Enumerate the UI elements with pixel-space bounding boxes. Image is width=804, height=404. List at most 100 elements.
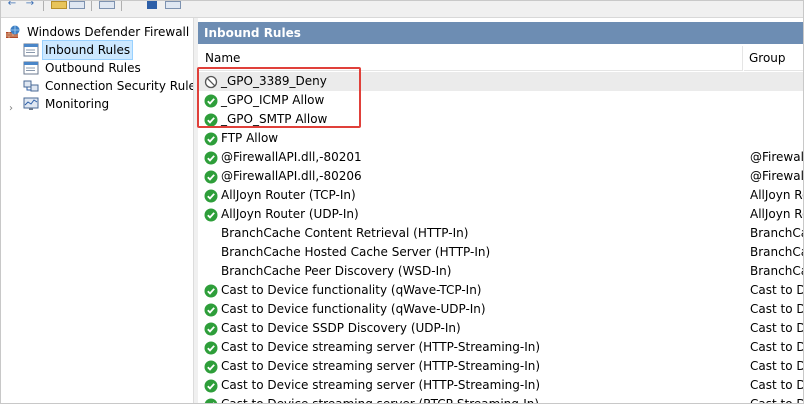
table-row[interactable]: AllJoyn Router (TCP-In) AllJoyn Ro — [198, 186, 804, 205]
forward-arrow-icon[interactable]: → — [23, 1, 37, 9]
table-row[interactable]: Cast to Device streaming server (HTTP-St… — [198, 376, 803, 395]
tree-item-root[interactable]: Windows Defender Firewall witl — [5, 23, 217, 41]
rule-group: Cast to De — [750, 340, 803, 354]
allow-icon — [204, 398, 218, 403]
table-row[interactable]: BranchCache Content Retrieval (HTTP-In) … — [198, 224, 803, 243]
allow-icon — [204, 360, 218, 373]
expand-chevron-icon[interactable]: › — [9, 104, 17, 114]
rule-group: @FirewallA — [750, 169, 804, 183]
allow-icon — [204, 303, 218, 316]
toolbar-separator — [91, 1, 92, 11]
no-status-icon — [204, 265, 218, 279]
rule-name: @FirewallAPI.dll,-80201 — [221, 150, 362, 164]
rule-group: Cast to De — [750, 302, 803, 316]
rule-name: @FirewallAPI.dll,-80206 — [221, 169, 362, 183]
inbound-rules-icon — [23, 43, 39, 57]
pane-title: Inbound Rules — [198, 22, 803, 44]
rule-name: Cast to Device SSDP Discovery (UDP-In) — [221, 321, 461, 335]
rule-group: AllJoyn Ro — [750, 188, 804, 202]
no-status-icon — [204, 227, 218, 241]
tree-item-label: Outbound Rules — [45, 61, 141, 75]
tree-item-outbound-rules[interactable]: Outbound Rules — [23, 59, 144, 77]
rule-group: BranchCac — [750, 264, 803, 278]
rule-name: _GPO_3389_Deny — [221, 74, 327, 88]
table-row[interactable]: Cast to Device functionality (qWave-TCP-… — [198, 281, 803, 300]
tree-root-label: Windows Defender Firewall witl — [27, 25, 215, 39]
rules-list: _GPO_3389_Deny _GPO_ICMP Allow _GPO_SMTP… — [198, 72, 804, 404]
no-status-icon — [204, 246, 218, 260]
allow-icon — [204, 341, 218, 354]
block-icon — [204, 75, 218, 88]
table-row[interactable]: Cast to Device SSDP Discovery (UDP-In) C… — [198, 319, 803, 338]
export-list-icon[interactable] — [99, 1, 115, 9]
table-row[interactable]: Cast to Device streaming server (HTTP-St… — [198, 357, 803, 376]
tree-item-label: Connection Security Rules — [45, 79, 203, 93]
allow-icon — [204, 132, 218, 145]
rule-name: FTP Allow — [221, 131, 279, 145]
console-tree-icon[interactable] — [69, 1, 85, 9]
rule-name: Cast to Device streaming server (HTTP-St… — [221, 359, 541, 373]
allow-icon — [204, 208, 218, 221]
tree-item-label: Monitoring — [45, 97, 110, 111]
rule-name: _GPO_SMTP Allow — [221, 112, 328, 126]
table-row[interactable]: @FirewallAPI.dll,-80206 @FirewallA — [198, 167, 804, 186]
folder-icon[interactable] — [51, 1, 67, 9]
firewall-icon — [6, 25, 20, 38]
toolbar-separator — [121, 1, 122, 11]
help-icon[interactable] — [147, 1, 157, 9]
table-row[interactable]: Cast to Device functionality (qWave-UDP-… — [198, 300, 803, 319]
rule-name: Cast to Device streaming server (HTTP-St… — [221, 340, 541, 354]
tree-item-inbound-rules[interactable]: Inbound Rules — [23, 40, 134, 60]
column-header-group[interactable]: Group — [744, 46, 803, 71]
rule-name: BranchCache Peer Discovery (WSD-In) — [221, 264, 452, 278]
rule-group: Cast to De — [750, 378, 803, 392]
mmc-window: ← → Windows Defender Firewall witl Inbou… — [0, 0, 804, 404]
tree-item-monitoring[interactable]: Monitoring — [23, 95, 112, 113]
rule-group: AllJoyn Ro — [750, 207, 804, 221]
rule-group: @FirewallA — [750, 150, 804, 164]
rule-group: BranchCac — [750, 226, 803, 240]
rule-group: Cast to De — [750, 397, 803, 404]
column-header-name[interactable]: Name — [198, 46, 743, 71]
rule-group: BranchCac — [750, 245, 803, 259]
rule-name: Cast to Device functionality (qWave-TCP-… — [221, 283, 482, 297]
table-row[interactable]: FTP Allow — [198, 129, 803, 148]
allow-icon — [204, 284, 218, 297]
toolbar-separator — [43, 1, 44, 11]
allow-icon — [204, 189, 218, 202]
connection-security-icon — [23, 80, 39, 92]
table-row[interactable]: AllJoyn Router (UDP-In) AllJoyn Ro — [198, 205, 804, 224]
tree-item-label: Inbound Rules — [42, 40, 134, 60]
rules-pane: Inbound Rules Name Group _GPO_3389_Deny … — [198, 18, 803, 403]
console-tree: Windows Defender Firewall witl Inbound R… — [1, 18, 214, 403]
toolbar: ← → — [1, 1, 803, 18]
rule-group: Cast to De — [750, 283, 803, 297]
allow-icon — [204, 113, 218, 126]
table-row[interactable]: BranchCache Hosted Cache Server (HTTP-In… — [198, 243, 803, 262]
rule-name: _GPO_ICMP Allow — [221, 93, 325, 107]
tree-item-connection-security-rules[interactable]: Connection Security Rules — [23, 77, 205, 95]
rule-name: Cast to Device streaming server (RTCP-St… — [221, 397, 540, 404]
rule-name: Cast to Device streaming server (HTTP-St… — [221, 378, 541, 392]
table-row[interactable]: Cast to Device streaming server (RTCP-St… — [198, 395, 803, 404]
rule-name: BranchCache Content Retrieval (HTTP-In) — [221, 226, 469, 240]
rule-name: Cast to Device functionality (qWave-UDP-… — [221, 302, 486, 316]
table-row[interactable]: @FirewallAPI.dll,-80201 @FirewallA — [198, 148, 804, 167]
table-row[interactable]: _GPO_ICMP Allow — [198, 91, 803, 110]
table-row[interactable]: _GPO_SMTP Allow — [198, 110, 803, 129]
rule-group: Cast to De — [750, 359, 803, 373]
rule-name: AllJoyn Router (UDP-In) — [221, 207, 359, 221]
table-row[interactable]: _GPO_3389_Deny — [198, 72, 803, 91]
outbound-rules-icon — [23, 61, 39, 75]
rule-name: BranchCache Hosted Cache Server (HTTP-In… — [221, 245, 491, 259]
allow-icon — [204, 94, 218, 107]
allow-icon — [204, 322, 218, 335]
properties-icon[interactable] — [165, 1, 181, 9]
rule-group: Cast to De — [750, 321, 803, 335]
rule-name: AllJoyn Router (TCP-In) — [221, 188, 356, 202]
table-row[interactable]: BranchCache Peer Discovery (WSD-In) Bran… — [198, 262, 803, 281]
table-row[interactable]: Cast to Device streaming server (HTTP-St… — [198, 338, 803, 357]
allow-icon — [204, 379, 218, 392]
back-arrow-icon[interactable]: ← — [5, 1, 19, 9]
allow-icon — [204, 170, 218, 183]
